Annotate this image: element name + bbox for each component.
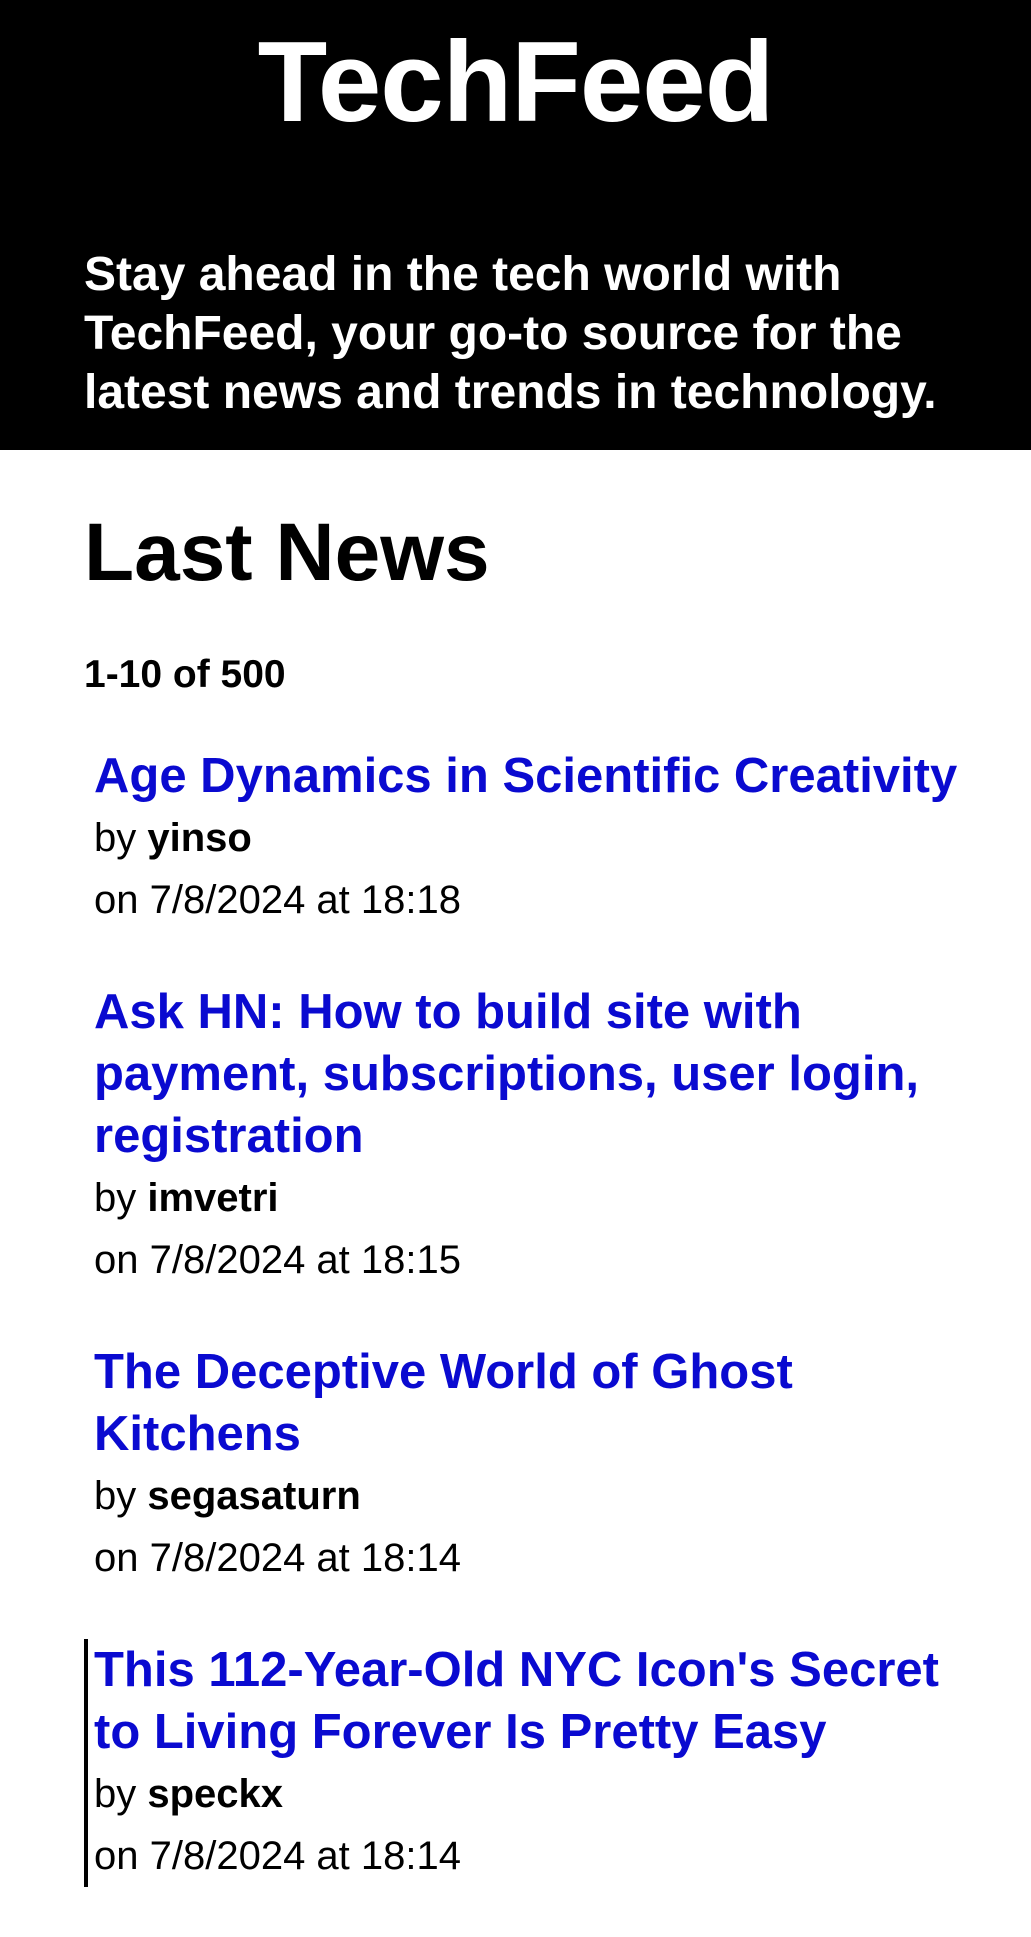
news-title-link[interactable]: This 112-Year-Old NYC Icon's Secret to L… (94, 1639, 984, 1763)
news-date: on 7/8/2024 at 18:18 (94, 878, 461, 922)
news-date: on 7/8/2024 at 18:14 (94, 1834, 461, 1878)
section-title: Last News (84, 507, 490, 598)
news-author: imvetri (147, 1176, 279, 1220)
news-item: Ask HN: How to build site with payment, … (84, 981, 984, 1291)
by-label: by (94, 1176, 137, 1220)
news-date: on 7/8/2024 at 18:14 (94, 1536, 461, 1580)
news-author: yinso (147, 816, 252, 860)
news-list: Age Dynamics in Scientific Creativity by… (84, 745, 984, 1937)
by-label: by (94, 816, 137, 860)
news-item: The Deceptive World of Ghost Kitchens by… (84, 1341, 984, 1589)
news-title-link[interactable]: Age Dynamics in Scientific Creativity (94, 745, 984, 807)
news-byline: by speckx (94, 1763, 984, 1825)
news-date: on 7/8/2024 at 18:15 (94, 1238, 461, 1282)
news-item: Age Dynamics in Scientific Creativity by… (84, 745, 984, 931)
news-item: This 112-Year-Old NYC Icon's Secret to L… (84, 1639, 984, 1887)
news-byline: by yinso (94, 807, 984, 869)
pagination-status: 1-10 of 500 (84, 653, 286, 696)
news-author: speckx (147, 1772, 284, 1816)
news-author: segasaturn (147, 1474, 361, 1518)
by-label: by (94, 1474, 137, 1518)
site-title: TechFeed (257, 19, 775, 146)
news-title-link[interactable]: The Deceptive World of Ghost Kitchens (94, 1341, 984, 1465)
site-tagline: Stay ahead in the tech world with TechFe… (84, 248, 937, 419)
site-header: TechFeed Stay ahead in the tech world wi… (0, 0, 1031, 450)
news-byline: by imvetri (94, 1167, 984, 1229)
news-byline: by segasaturn (94, 1465, 984, 1527)
by-label: by (94, 1772, 137, 1816)
news-title-link[interactable]: Ask HN: How to build site with payment, … (94, 981, 984, 1167)
